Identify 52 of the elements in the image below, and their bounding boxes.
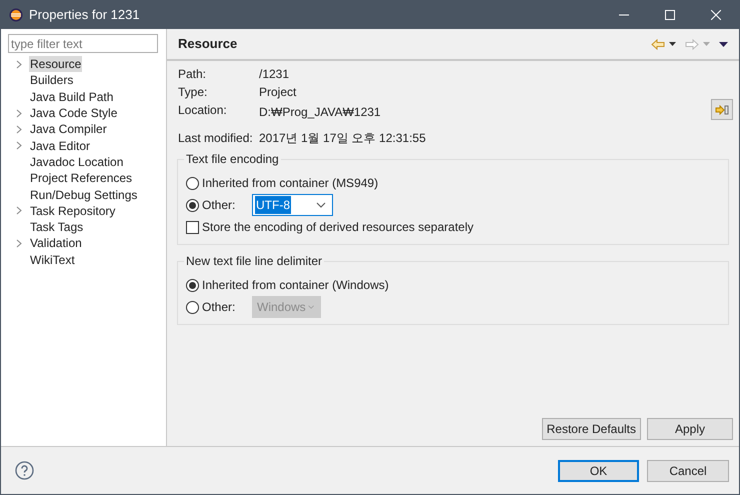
forward-arrow-icon[interactable] [685, 38, 699, 50]
property-value: Project [259, 84, 296, 100]
tree-item[interactable]: Java Build Path [29, 88, 114, 105]
tree-item[interactable]: Task Tags [29, 219, 84, 236]
maximize-icon [665, 10, 675, 20]
chevron-down-icon [316, 202, 326, 208]
tree-item[interactable]: Project References [29, 170, 134, 186]
filter-field[interactable]: type filter text [8, 34, 158, 53]
tree-item[interactable]: Task Repository [29, 202, 116, 219]
radio-label[interactable]: Other: [202, 196, 252, 214]
show-in-explorer-button[interactable] [711, 99, 733, 120]
property-label: Type: [178, 84, 208, 100]
apply-button[interactable]: Apply [647, 418, 733, 440]
chevron-right-icon[interactable] [16, 206, 22, 216]
tree-item[interactable]: Builders [29, 72, 74, 88]
dropdown[interactable]: UTF-8 [252, 194, 333, 216]
restore-defaults-button[interactable]: Restore Defaults [542, 418, 641, 440]
group-title: Text file encoding [184, 151, 281, 167]
tree-item[interactable]: Java Code Style [29, 105, 118, 122]
property-value: /1231 [259, 66, 290, 82]
close-icon [711, 10, 721, 20]
chevron-down-icon [308, 304, 314, 310]
property-value: 2017년 1월 17일 오후 12:31:55 [259, 130, 426, 146]
tree-item[interactable]: WikiText [29, 252, 76, 268]
tree-item[interactable]: Validation [29, 235, 83, 252]
property-value: D:₩Prog_JAVA₩1231 [259, 104, 381, 120]
eclipse-logo-icon [9, 8, 23, 22]
page-title: Resource [178, 35, 238, 54]
property-label: Path: [178, 66, 208, 82]
tree-item[interactable]: Javadoc Location [29, 154, 124, 170]
tree-item[interactable]: Java Compiler [29, 121, 108, 138]
arrow-into-folder-icon [715, 104, 729, 114]
chevron-right-icon[interactable] [16, 238, 22, 248]
property-label: Last modified: [178, 130, 254, 146]
caret-down-icon[interactable] [669, 42, 676, 46]
window-title: Properties for 1231 [29, 6, 140, 24]
radio-button[interactable] [186, 278, 199, 292]
cancel-button[interactable]: Cancel [647, 460, 729, 482]
tree-item[interactable]: Resource [29, 56, 82, 72]
checkbox[interactable] [186, 220, 199, 234]
chevron-right-icon[interactable] [16, 60, 22, 69]
radio-label[interactable]: Inherited from container (MS949) [202, 174, 378, 192]
checkbox-label[interactable]: Store the encoding of derived resources separately [202, 218, 474, 236]
property-label: Location: [178, 102, 228, 118]
view-menu-icon[interactable] [719, 42, 728, 46]
radio-button[interactable] [186, 176, 199, 190]
radio-label[interactable]: Inherited from container (Windows) [202, 276, 389, 294]
ok-button[interactable]: OK [558, 460, 639, 482]
help-icon[interactable] [15, 461, 34, 480]
radio-button[interactable] [186, 198, 199, 212]
tree-item[interactable]: Java Editor [29, 138, 92, 154]
tree-item[interactable]: Run/Debug Settings [29, 186, 138, 203]
